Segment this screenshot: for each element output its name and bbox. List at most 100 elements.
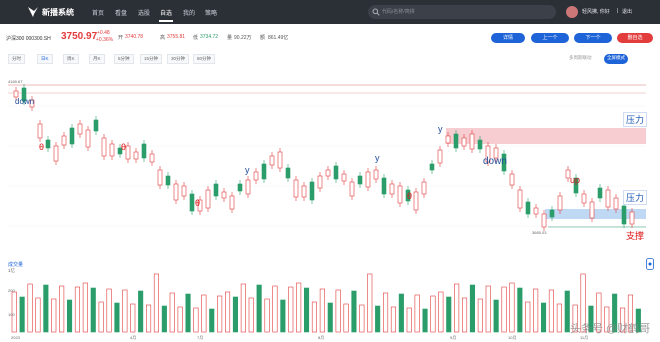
date-label: 10月	[508, 335, 516, 340]
price-change-pct: +0.36%	[96, 37, 114, 43]
pressure-label: 压力	[623, 112, 648, 127]
avatar[interactable]	[566, 6, 578, 18]
current-price: 3750.97	[61, 31, 98, 42]
candle	[293, 179, 299, 198]
volume-bar	[533, 288, 539, 333]
remove-watchlist-button[interactable]: 删自选	[617, 33, 653, 43]
logout-link[interactable]: 退出	[622, 8, 632, 15]
candle	[205, 189, 211, 209]
candlestick-chart[interactable]: 4169.67 3665.03	[0, 66, 660, 256]
candle	[229, 195, 235, 210]
annotation-theta: θ	[39, 142, 45, 152]
candle	[109, 143, 115, 157]
candle	[517, 189, 523, 209]
period-tab[interactable]: 60分钟	[193, 54, 216, 64]
top-navigation-bar: 新播系统 首页 看盘 选股 自选 我的 策略 轻风拂, 你好 | 退出	[0, 0, 660, 24]
nav-item-watchlist[interactable]: 自选	[160, 8, 172, 17]
candle	[277, 151, 283, 169]
volume-bar	[177, 306, 183, 333]
volume-bar	[185, 293, 191, 333]
candle	[133, 151, 139, 160]
period-tab-active[interactable]: 日K	[37, 54, 53, 64]
volume-bar	[138, 290, 144, 333]
brand-logo-icon[interactable]	[26, 5, 40, 19]
volume-bar	[288, 286, 294, 333]
volume-bar	[430, 295, 436, 333]
volume-bar	[272, 285, 278, 333]
volume-bar	[343, 303, 349, 333]
volume-bar	[327, 302, 333, 333]
candle	[373, 169, 379, 180]
detail-button[interactable]: 详情	[491, 33, 525, 43]
prev-button[interactable]: 上一个	[531, 33, 569, 43]
candle	[213, 183, 219, 197]
nav-item-market[interactable]: 看盘	[115, 8, 127, 17]
brand-name[interactable]: 新播系统	[42, 7, 74, 18]
volume-bar	[359, 304, 365, 333]
next-button[interactable]: 下一个	[574, 33, 612, 43]
candle	[509, 173, 515, 186]
volume-bar	[422, 308, 428, 333]
nav-item-screener[interactable]: 选股	[138, 8, 150, 17]
volume-bar	[51, 298, 57, 333]
fullscreen-button[interactable]: 全屏模式	[604, 54, 628, 64]
candle	[629, 211, 635, 225]
volume-bar	[438, 291, 444, 333]
candle	[333, 165, 339, 180]
amount-label: 额	[260, 35, 266, 41]
candle	[421, 181, 427, 195]
candle	[325, 169, 331, 177]
volume-bar	[90, 287, 96, 333]
candle	[349, 181, 355, 197]
volume-bar	[232, 296, 238, 333]
candle	[221, 191, 227, 199]
volume-bar	[19, 296, 25, 333]
volume-bar	[82, 282, 88, 333]
volume-bar	[335, 289, 341, 333]
volume-bar	[130, 303, 136, 333]
period-tab[interactable]: 5分钟	[114, 54, 134, 64]
volume-bar	[493, 299, 499, 333]
period-tab[interactable]: 15分钟	[140, 54, 163, 64]
volume-tick: 200	[8, 288, 15, 293]
period-tab[interactable]: 分时	[8, 54, 25, 64]
volume-bar	[367, 273, 373, 333]
period-tab[interactable]: 30分钟	[167, 54, 190, 64]
candle	[549, 209, 555, 218]
low-label: 低	[193, 35, 199, 41]
volume-bar	[146, 304, 152, 333]
candle	[245, 179, 251, 195]
nav-item-home[interactable]: 首页	[92, 8, 104, 17]
candle	[589, 201, 595, 219]
volume-bar	[398, 293, 404, 333]
nav-active-indicator	[159, 20, 173, 22]
candle	[541, 213, 547, 228]
search-input[interactable]	[382, 5, 552, 19]
volume-bar	[217, 295, 223, 333]
nav-item-strategy[interactable]: 策略	[205, 8, 217, 17]
candle	[317, 175, 323, 189]
annotation-theta: θ	[121, 142, 127, 152]
candle	[77, 123, 83, 135]
pressure-label: 压力	[623, 190, 648, 205]
multi-period-link[interactable]: 多周期联动	[566, 54, 595, 64]
annotation-y: y	[375, 153, 380, 163]
volume-bar	[169, 292, 175, 333]
candle	[301, 185, 307, 198]
period-tab[interactable]: 周K	[63, 54, 79, 64]
candle	[37, 123, 43, 139]
volume-bar	[67, 299, 73, 333]
volume-bar	[35, 297, 41, 333]
nav-item-mine[interactable]: 我的	[183, 8, 195, 17]
annotation-y: y	[245, 165, 250, 175]
volume-bar	[248, 297, 254, 333]
candle	[173, 183, 179, 201]
volume-bar	[74, 286, 80, 333]
candle	[309, 181, 315, 201]
volume-bar	[193, 307, 199, 333]
search-box[interactable]	[368, 5, 556, 19]
period-tab[interactable]: 月K	[89, 54, 105, 64]
candle	[285, 167, 291, 179]
candle	[581, 193, 587, 204]
candle	[45, 139, 51, 149]
